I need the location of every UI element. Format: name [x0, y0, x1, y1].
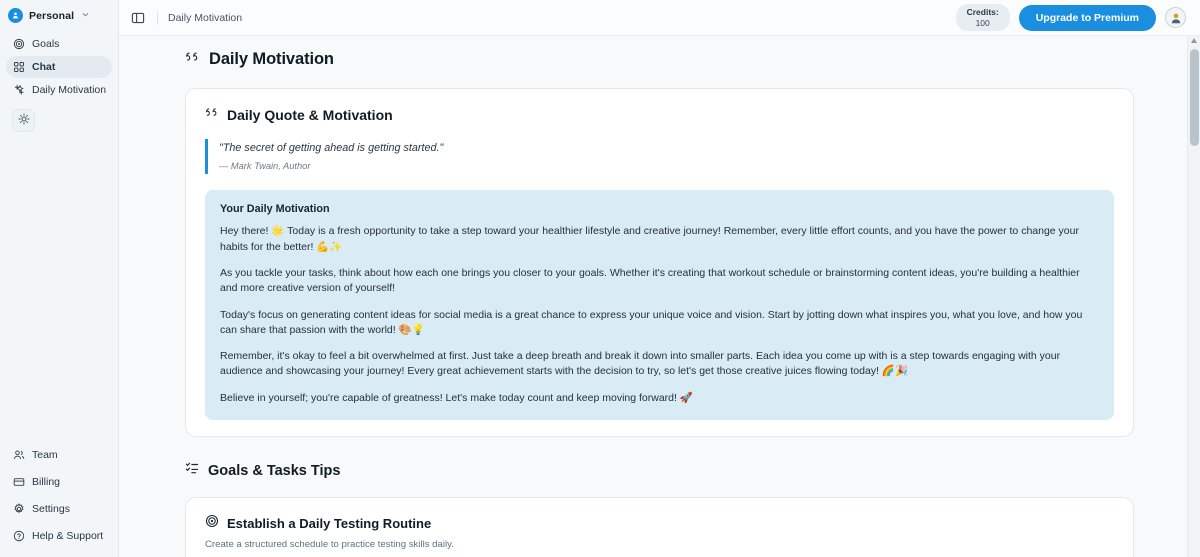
- sidebar-item-goals[interactable]: Goals: [6, 33, 112, 55]
- sidebar-item-chat[interactable]: Chat: [6, 56, 112, 78]
- sidebar-item-team[interactable]: Team: [6, 444, 112, 466]
- divider: [157, 10, 158, 25]
- sparkles-icon: [13, 84, 25, 96]
- sidebar-panel-icon[interactable]: [129, 9, 147, 27]
- daily-quote-card: Daily Quote & Motivation "The secret of …: [185, 88, 1134, 438]
- page-title-text: Daily Motivation: [209, 50, 334, 68]
- motivation-paragraph: Today's focus on generating content idea…: [220, 308, 1083, 336]
- motivation-paragraph: Hey there! 🌟 Today is a fresh opportunit…: [220, 225, 1079, 253]
- motivation-heading: Your Daily Motivation: [220, 203, 330, 216]
- scroll-up-arrow-icon[interactable]: [1191, 38, 1197, 43]
- tip-card: Establish a Daily Testing Routine Create…: [185, 497, 1134, 557]
- credits-value: 100: [975, 17, 990, 28]
- workspace-switcher[interactable]: Personal: [0, 0, 118, 29]
- sidebar-item-label: Team: [32, 449, 58, 461]
- daily-motivation-box: Your Daily Motivation Hey there! 🌟 Today…: [205, 190, 1114, 421]
- sidebar-item-daily-motivation[interactable]: Daily Motivation: [6, 79, 112, 101]
- chevron-down-icon: [81, 10, 90, 21]
- sidebar-item-label: Daily Motivation: [32, 84, 107, 96]
- sidebar-item-label: Billing: [32, 476, 61, 488]
- motivation-paragraph: As you tackle your tasks, think about ho…: [220, 266, 1080, 295]
- sidebar-item-billing[interactable]: Billing: [6, 471, 112, 493]
- motivation-paragraph: Believe in yourself; you're capable of g…: [220, 391, 693, 404]
- motivation-paragraph: Remember, it's okay to feel a bit overwh…: [220, 350, 1061, 378]
- sidebar-nav: Goals Chat Daily Motivation: [0, 29, 118, 101]
- users-icon: [13, 449, 25, 461]
- upgrade-to-premium-button[interactable]: Upgrade to Premium: [1018, 4, 1156, 31]
- page-scroll-area: Daily Motivation Daily Quote & Motivatio…: [119, 36, 1200, 557]
- quote-icon: [205, 106, 219, 124]
- credit-card-icon: [13, 476, 25, 488]
- task-list-icon: [185, 461, 199, 480]
- question-circle-icon: [13, 530, 25, 542]
- tips-section-title: Goals & Tasks Tips: [208, 462, 341, 479]
- credits-label: Credits:: [966, 6, 999, 17]
- tip-title: Establish a Daily Testing Routine: [227, 516, 432, 532]
- gear-icon: [13, 503, 25, 515]
- quote-block: "The secret of getting ahead is getting …: [205, 139, 1114, 175]
- target-icon: [13, 38, 25, 50]
- quote-icon: [185, 50, 200, 69]
- scrollbar-thumb[interactable]: [1190, 49, 1199, 146]
- workspace-name: Personal: [29, 9, 75, 22]
- sidebar-bottom-nav: Team Billing Settings Help & Support: [0, 444, 118, 557]
- target-icon: [205, 514, 219, 533]
- app-root: Personal Goals Chat Daily Motivation Tea…: [0, 0, 1200, 557]
- card-header: Daily Quote & Motivation: [205, 106, 1114, 124]
- tip-header: Establish a Daily Testing Routine: [205, 514, 1114, 533]
- quote-text: "The secret of getting ahead is getting …: [219, 142, 444, 154]
- quote-attribution: — Mark Twain, Author: [219, 161, 311, 172]
- main-area: Daily Motivation Credits: 100 Upgrade to…: [119, 0, 1200, 557]
- sidebar-item-label: Settings: [32, 503, 70, 515]
- workspace-avatar-icon: [8, 8, 23, 23]
- theme-toggle-button[interactable]: [12, 109, 35, 132]
- credits-badge[interactable]: Credits: 100: [955, 3, 1010, 32]
- sidebar-item-label: Help & Support: [32, 530, 104, 542]
- breadcrumb: Daily Motivation: [168, 11, 243, 24]
- theme-toggle-wrap: [0, 101, 118, 132]
- sidebar-item-label: Chat: [32, 61, 56, 73]
- card-title: Daily Quote & Motivation: [227, 107, 393, 123]
- tips-section-header: Goals & Tasks Tips: [185, 461, 1134, 480]
- top-bar: Daily Motivation Credits: 100 Upgrade to…: [119, 0, 1200, 36]
- sidebar: Personal Goals Chat Daily Motivation Tea…: [0, 0, 119, 557]
- sun-icon: [17, 112, 30, 130]
- page-content: Daily Motivation Daily Quote & Motivatio…: [119, 36, 1200, 557]
- user-avatar-icon[interactable]: [1165, 7, 1186, 28]
- sidebar-item-settings[interactable]: Settings: [6, 498, 112, 520]
- page-title: Daily Motivation: [185, 50, 1134, 69]
- tip-subtitle: Create a structured schedule to practice…: [205, 539, 454, 551]
- sidebar-item-label: Goals: [32, 38, 60, 50]
- top-bar-right: Credits: 100 Upgrade to Premium: [955, 3, 1186, 32]
- grid-squares-icon: [13, 61, 25, 73]
- vertical-scrollbar[interactable]: [1187, 36, 1200, 557]
- sidebar-item-help-support[interactable]: Help & Support: [6, 525, 112, 547]
